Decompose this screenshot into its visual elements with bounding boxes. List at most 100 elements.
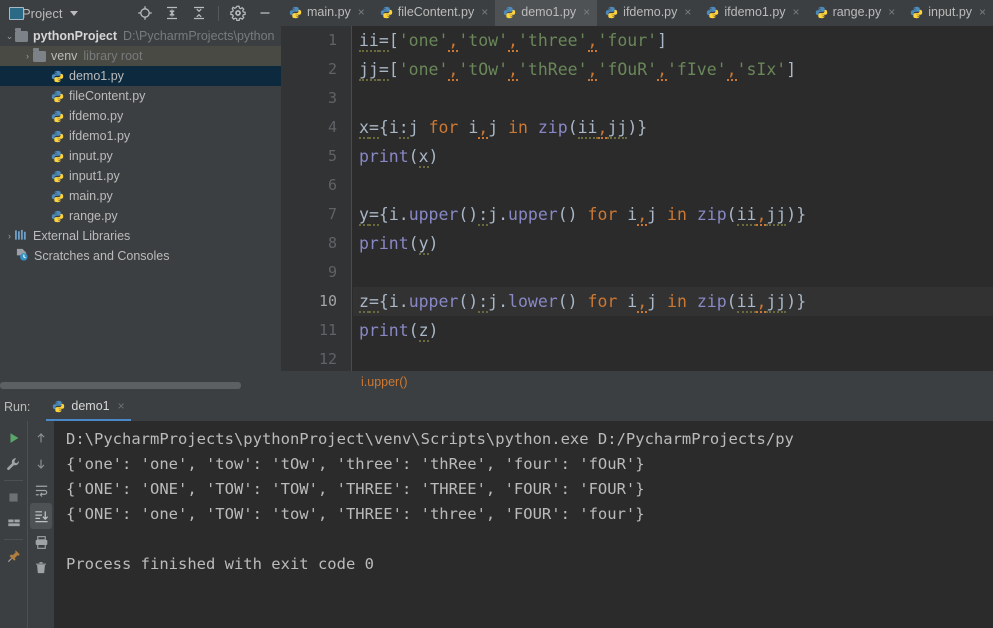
editor-tab-ifdemo1-py[interactable]: ifdemo1.py × [698, 0, 806, 26]
stop-icon[interactable] [3, 484, 25, 510]
code-line[interactable]: print(z) [353, 316, 993, 345]
settings-gear-icon[interactable] [230, 5, 246, 22]
project-tool-window-icon [9, 7, 24, 20]
layout-icon[interactable] [3, 510, 25, 536]
scroll-down-icon[interactable] [30, 451, 52, 477]
python-file-icon [910, 6, 923, 19]
code-line[interactable]: print(x) [353, 142, 993, 171]
python-file-icon [289, 6, 302, 19]
close-icon[interactable]: × [118, 399, 125, 413]
tree-item-demo1-py[interactable]: demo1.py [0, 66, 281, 86]
breadcrumb-item[interactable]: i.upper() [361, 375, 408, 389]
chevron-down-icon[interactable] [70, 10, 79, 16]
code-line[interactable]: y={i.upper():j.upper() for i,j in zip(ii… [353, 200, 993, 229]
editor-tab-label: range.py [832, 5, 882, 19]
code-line[interactable]: print(y) [353, 229, 993, 258]
tree-item-range-py[interactable]: range.py [0, 206, 281, 226]
editor-tab-ifdemo-py[interactable]: ifdemo.py × [597, 0, 698, 26]
tree-item-label: fileContent.py [69, 89, 146, 103]
project-tree[interactable]: ⌄ pythonProject D:\PycharmProjects\python ›… [0, 26, 281, 388]
collapse-all-icon[interactable] [191, 5, 207, 21]
tree-item-scratches-and-consoles[interactable]: Scratches and Consoles [0, 246, 281, 266]
tree-item-ifdemo1-py[interactable]: ifdemo1.py [0, 126, 281, 146]
close-icon[interactable]: × [684, 5, 691, 19]
tree-item-label: ifdemo1.py [69, 129, 131, 143]
console-line: {'one': 'one', 'tow': 'tOw', 'three': 't… [66, 455, 645, 473]
editor-tab-main-py[interactable]: main.py × [281, 0, 372, 26]
tree-item-pythonproject[interactable]: ⌄ pythonProject D:\PycharmProjects\python [0, 26, 281, 46]
line-number: 2 [327, 60, 337, 78]
code-line[interactable] [353, 258, 993, 287]
python-file-icon [380, 6, 393, 19]
line-number: 3 [327, 89, 337, 107]
code-line[interactable]: x={i:j for i,j in zip(ii,jj)} [353, 113, 993, 142]
run-icon[interactable] [3, 425, 25, 451]
disclosure-arrow-icon[interactable]: ⌄ [4, 31, 15, 42]
editor-tab-range-py[interactable]: range.py × [807, 0, 903, 26]
editor-tab-demo1-py[interactable]: demo1.py × [495, 0, 598, 26]
tree-item-filecontent-py[interactable]: fileContent.py [0, 86, 281, 106]
tree-item-label: ifdemo.py [69, 109, 124, 123]
code-line[interactable] [353, 84, 993, 113]
tree-item-hint: library root [83, 49, 143, 63]
python-file-icon [503, 6, 516, 19]
console-output[interactable]: D:\PycharmProjects\pythonProject\venv\Sc… [54, 421, 993, 628]
python-file-icon [706, 6, 719, 19]
close-icon[interactable]: × [979, 5, 986, 19]
minimize-icon[interactable] [257, 5, 273, 21]
code-line[interactable] [353, 171, 993, 200]
disclosure-arrow-icon[interactable]: › [22, 51, 33, 61]
tree-item-ifdemo-py[interactable]: ifdemo.py [0, 106, 281, 126]
code-editor[interactable]: 1 2 3 4 5 6 7 8 9 10 11 12 ii=['one','tow','three',… [281, 26, 993, 371]
close-icon[interactable]: × [888, 5, 895, 19]
project-horizontal-scrollbar[interactable] [0, 381, 281, 390]
editor-tab-label: fileContent.py [397, 5, 475, 19]
tree-item-external-libraries[interactable]: › External Libraries [0, 226, 281, 246]
python-file-icon [51, 210, 64, 223]
python-file-icon [51, 150, 64, 163]
tree-item-input-py[interactable]: input.py [0, 146, 281, 166]
python-file-icon [51, 70, 64, 83]
scrollbar-thumb[interactable] [0, 382, 241, 389]
line-number: 6 [327, 176, 337, 194]
code-line[interactable]: ii=['one','tow','three','four'] [353, 26, 993, 55]
scroll-up-icon[interactable] [30, 425, 52, 451]
tree-item-venv[interactable]: › venv library root [0, 46, 281, 66]
print-icon[interactable] [30, 529, 52, 555]
debug-wrench-icon[interactable] [3, 451, 25, 477]
code-content[interactable]: ii=['one','tow','three','four'] jj=['one'… [353, 26, 993, 371]
run-secondary-toolbar [27, 421, 54, 628]
disclosure-arrow-icon[interactable]: › [4, 231, 15, 241]
line-number: 8 [327, 234, 337, 252]
console-line: Process finished with exit code 0 [66, 555, 374, 573]
close-icon[interactable]: × [793, 5, 800, 19]
editor-breadcrumb: i.upper() [281, 371, 993, 393]
editor-tab-input-py[interactable]: input.py × [902, 0, 993, 26]
expand-all-icon[interactable] [164, 5, 180, 21]
code-line[interactable]: z={i.upper():j.lower() for i,j in zip(ii… [353, 287, 993, 316]
soft-wrap-icon[interactable] [30, 477, 52, 503]
tree-item-label: External Libraries [33, 229, 131, 243]
run-configuration-tab[interactable]: demo1 × [46, 393, 131, 421]
trash-icon[interactable] [30, 555, 52, 581]
tree-item-input1-py[interactable]: input1.py [0, 166, 281, 186]
toolbar-divider [4, 539, 23, 540]
close-icon[interactable]: × [358, 5, 365, 19]
close-icon[interactable]: × [583, 5, 590, 19]
close-icon[interactable]: × [481, 5, 488, 19]
run-label: Run: [4, 400, 31, 414]
python-file-icon [52, 400, 65, 413]
pin-icon[interactable] [3, 543, 25, 569]
locate-target-icon[interactable] [137, 5, 153, 21]
line-number: 4 [327, 118, 337, 136]
project-panel-header: Project [0, 0, 281, 26]
code-line[interactable]: jj=['one','tOw','thRee','fOuR','fIve','s… [353, 55, 993, 84]
toolbar-divider [218, 5, 219, 21]
editor-tab-fileContent-py[interactable]: fileContent.py × [372, 0, 495, 26]
project-panel-title: Project [22, 5, 63, 21]
code-line[interactable] [353, 345, 993, 371]
tree-item-label: Scratches and Consoles [34, 249, 170, 263]
tree-item-main-py[interactable]: main.py [0, 186, 281, 206]
scroll-to-end-icon[interactable] [30, 503, 52, 529]
